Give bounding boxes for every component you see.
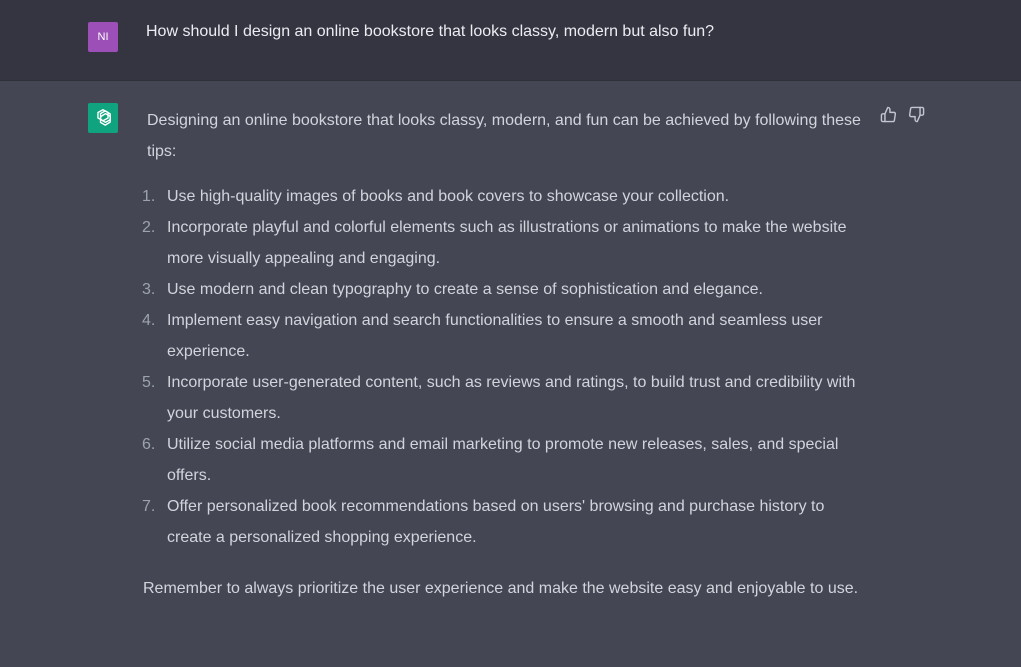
list-item-text: Incorporate playful and colorful element…: [167, 219, 847, 267]
thumbs-up-button[interactable]: [879, 105, 897, 123]
thumbs-up-icon: [880, 106, 896, 122]
user-avatar: NI: [88, 22, 118, 52]
assistant-avatar: [88, 103, 118, 133]
list-item-number: 2.: [142, 219, 156, 236]
list-item-number: 4.: [142, 312, 156, 329]
list-item-number: 6.: [142, 436, 156, 453]
assistant-intro: Designing an online bookstore that looks…: [147, 112, 861, 160]
list-item-text: Incorporate user-generated content, such…: [167, 374, 856, 422]
list-item-number: 7.: [142, 498, 156, 515]
list-item-text: Use modern and clean typography to creat…: [167, 281, 763, 298]
list-item-text: Utilize social media platforms and email…: [167, 436, 839, 484]
thumbs-down-icon: [908, 106, 924, 122]
user-avatar-initials: NI: [97, 31, 109, 43]
user-message-text: How should I design an online bookstore …: [146, 23, 715, 40]
assistant-outro: Remember to always prioritize the user e…: [143, 580, 859, 597]
list-item: 4. Implement easy navigation and search f…: [142, 305, 861, 367]
user-message-row: NI How should I design an online booksto…: [0, 0, 1021, 81]
list-item-number: 1.: [142, 188, 156, 205]
thumbs-down-button[interactable]: [907, 105, 925, 123]
list-item: 7. Offer personalized book recommendation…: [142, 491, 861, 553]
list-item: 1. Use high-quality images of books and b…: [142, 181, 861, 212]
list-item-number: 3.: [142, 281, 156, 298]
list-item-text: Implement easy navigation and search fun…: [167, 312, 823, 360]
assistant-message-row: Designing an online bookstore that looks…: [0, 81, 1021, 667]
list-item-text: Use high-quality images of books and boo…: [167, 188, 730, 205]
list-item: 3. Use modern and clean typography to cre…: [142, 274, 861, 305]
openai-logo-icon: [97, 109, 111, 126]
list-item: 5. Incorporate user-generated content, su…: [142, 367, 861, 429]
feedback-buttons: [879, 105, 925, 123]
list-item: 2. Incorporate playful and colorful eleme…: [142, 212, 861, 274]
list-item-text: Offer personalized book recommendations …: [167, 498, 825, 546]
list-item-number: 5.: [142, 374, 156, 391]
assistant-message-content: Designing an online bookstore that looks…: [142, 105, 861, 604]
list-item: 6. Utilize social media platforms and ema…: [142, 429, 861, 491]
tips-list: 1. Use high-quality images of books and b…: [142, 181, 861, 553]
